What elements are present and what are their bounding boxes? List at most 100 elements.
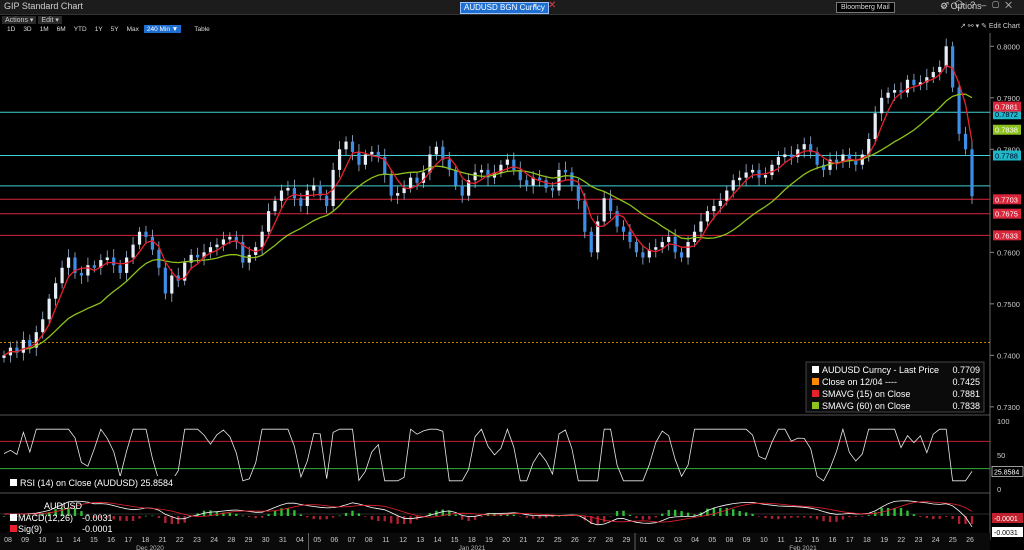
x-day-label: 16 — [829, 537, 837, 544]
candle-body — [621, 226, 626, 232]
candle-body — [357, 151, 361, 165]
macd-hist-bar — [512, 514, 516, 516]
sig-value: -0.0001 — [82, 524, 113, 534]
macd-hist-bar — [377, 516, 380, 521]
candle-body — [279, 190, 284, 201]
macd-hist-bar — [177, 516, 180, 524]
macd-hist-bar — [809, 516, 812, 519]
x-month-label: Dec 2020 — [136, 545, 164, 550]
macd-hist-bar — [744, 512, 748, 516]
candle-body — [41, 319, 45, 333]
x-day-label: 18 — [142, 537, 150, 544]
macd-hist-bar — [764, 516, 767, 519]
macd-hist-bar — [648, 516, 651, 520]
candle-body — [776, 157, 780, 165]
macd-hist-bar — [893, 508, 896, 516]
candle-body — [834, 159, 839, 163]
legend-swatch — [812, 378, 819, 385]
candle-body — [667, 236, 671, 243]
candle-body — [628, 231, 632, 243]
macd-hist-bar — [925, 516, 929, 519]
candle-body — [563, 169, 568, 173]
candle-body — [654, 247, 658, 250]
candle-body — [286, 187, 290, 191]
macd-hist-bar — [867, 515, 870, 516]
macd-hist-bar — [970, 516, 974, 524]
macd-hist-bar — [344, 512, 348, 516]
candle-body — [170, 275, 174, 294]
candle-body — [615, 211, 619, 227]
macd-hist-bar — [531, 516, 535, 519]
price-panel — [0, 33, 990, 415]
sig-name: Sig(9) — [18, 524, 42, 534]
legend-box: AUDUSD Curncy - Last Price 0.7709 Close on… — [805, 361, 985, 413]
macd-hist-bar — [112, 516, 115, 520]
candle-body — [21, 339, 25, 353]
macd-hist-bar — [790, 516, 793, 518]
chart-canvas[interactable]: 0.80000.79000.78000.76000.75000.74000.73… — [0, 0, 1024, 550]
x-day-label: 06 — [330, 537, 338, 544]
macd-hist-bar — [2, 516, 6, 517]
macd-hist-bar — [854, 516, 858, 517]
x-day-label: 28 — [227, 537, 235, 544]
x-day-label: 05 — [708, 537, 716, 544]
macd-hist-bar — [661, 513, 664, 516]
candle-body — [292, 187, 296, 199]
x-day-label: 29 — [623, 537, 631, 544]
macd-hist-bar — [815, 516, 819, 520]
x-day-label: 13 — [416, 537, 424, 544]
x-day-label: 26 — [966, 537, 974, 544]
candle-body — [66, 257, 71, 268]
macd-hist-bar — [390, 516, 393, 524]
macd-hist-bar — [293, 510, 296, 516]
candle-body — [79, 272, 84, 276]
macd-panel: -0.0001-0.0031 — [0, 500, 1023, 537]
macd-hist-bar — [454, 514, 457, 516]
candle-body — [60, 267, 64, 284]
x-day-label: 23 — [915, 537, 923, 544]
x-day-label: 08 — [4, 537, 12, 544]
candle-body — [738, 177, 742, 181]
candle-body — [221, 239, 226, 245]
price-y-label: 0.7500 — [997, 300, 1020, 309]
candle-body — [144, 231, 148, 237]
candle-body — [763, 175, 768, 178]
candle-body — [718, 200, 722, 206]
rsi-label: RSI (14) on Close (AUDUSD) 25.8584 — [20, 478, 173, 488]
macd-hist-bar — [596, 516, 599, 524]
x-day-label: 10 — [38, 537, 46, 544]
macd-hist-bar — [319, 516, 322, 520]
x-day-label: 22 — [537, 537, 545, 544]
macd-hist-bar — [912, 514, 916, 516]
x-day-label: 02 — [657, 537, 665, 544]
candle-body — [880, 97, 884, 114]
candle-body — [951, 46, 955, 88]
x-day-label: 15 — [811, 537, 819, 544]
macd-hist-bar — [144, 515, 148, 517]
candle-body — [473, 172, 477, 181]
macd-hist-bar — [157, 516, 161, 518]
candle-body — [215, 244, 219, 248]
macd-hist-bar — [738, 511, 741, 516]
rsi-swatch — [10, 479, 17, 486]
legend-label: Close on 12/04 ---- — [822, 377, 897, 387]
candle-body — [150, 236, 155, 250]
candle-body — [725, 190, 729, 201]
price-label-text: 0.7633 — [995, 231, 1018, 240]
candle-body — [402, 187, 406, 194]
legend-label: SMAVG (15) on Close — [822, 389, 910, 399]
candle-body — [783, 154, 787, 158]
x-month-label: Jan 2021 — [459, 545, 486, 550]
x-day-label: 14 — [434, 537, 442, 544]
candle-body — [47, 298, 51, 320]
x-day-label: 04 — [691, 537, 699, 544]
macd-hist-bar — [906, 510, 909, 516]
x-day-label: 04 — [296, 537, 304, 544]
x-day-label: 28 — [605, 537, 613, 544]
rsi-line — [3, 427, 973, 482]
macd-hist-bar — [938, 516, 941, 519]
x-day-label: 09 — [743, 537, 751, 544]
candle-body — [92, 265, 96, 268]
candle-body — [266, 211, 271, 232]
candle-body — [892, 90, 897, 93]
